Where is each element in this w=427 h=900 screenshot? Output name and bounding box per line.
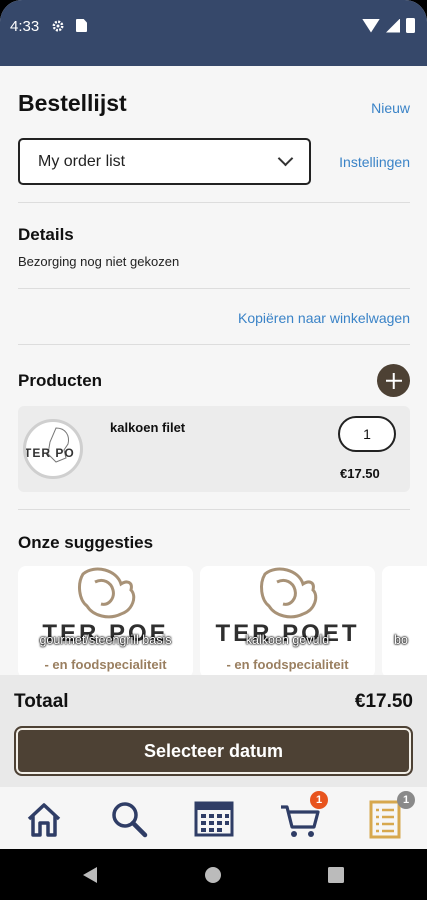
total-value: €17.50: [354, 691, 413, 712]
page-title: Bestellijst: [18, 90, 127, 116]
divider: [18, 202, 410, 203]
status-time: 4:33: [10, 18, 40, 35]
suggestions-heading: Onze suggesties: [18, 533, 154, 552]
product-card[interactable]: TER PO kalkoen filet 1 €17.50: [18, 406, 410, 492]
calendar-icon: [194, 801, 234, 837]
divider: [18, 344, 410, 345]
nav-search[interactable]: [106, 797, 150, 841]
battery-icon: [406, 18, 415, 33]
nav-calendar[interactable]: [192, 797, 236, 841]
divider: [18, 288, 410, 289]
suggestion-logo-subtitle: - en foodspecialiteit: [44, 657, 167, 672]
copy-to-cart-link[interactable]: Kopiëren naar winkelwagen: [238, 310, 410, 326]
product-thumbnail: TER PO: [23, 419, 83, 479]
cart-badge: 1: [310, 791, 328, 809]
suggestion-logo-subtitle: - en foodspecialiteit: [226, 657, 349, 672]
bottom-nav: 1 1: [0, 787, 427, 849]
recents-icon[interactable]: [328, 867, 344, 883]
divider: [18, 509, 410, 510]
sim-card-icon: [76, 19, 87, 32]
home-icon: [27, 803, 61, 837]
status-bar: 4:33: [0, 0, 427, 66]
home-circle-icon[interactable]: [204, 866, 222, 884]
quantity-input[interactable]: 1: [338, 416, 396, 452]
suggestion-card[interactable]: TER POET - en foodspecialiteit kalkoen g…: [200, 566, 375, 678]
nav-order-list[interactable]: 1: [363, 791, 415, 841]
select-date-button[interactable]: Selecteer datum: [14, 726, 413, 776]
order-list-selected-value: My order list: [38, 153, 126, 170]
status-icons: [362, 18, 415, 33]
order-list-badge: 1: [397, 791, 415, 809]
suggestion-card[interactable]: TER POE - en foodspecialiteit gourmet/st…: [18, 566, 193, 678]
search-icon: [112, 802, 148, 838]
rooster-logo-icon: [77, 567, 135, 619]
wifi-icon: [362, 18, 380, 33]
product-thumbnail-logo-text: TER PO: [24, 446, 75, 460]
system-nav-bar: [0, 849, 427, 900]
product-name: kalkoen filet: [110, 420, 186, 435]
total-bar: Totaal €17.50 Selecteer datum: [0, 675, 427, 787]
suggestion-label: gourmet/steengrill basis: [39, 633, 172, 647]
total-label: Totaal: [14, 691, 69, 712]
back-icon[interactable]: [82, 866, 98, 884]
product-price: €17.50: [340, 466, 380, 481]
suggestion-label: kalkoen gevuld: [245, 633, 330, 647]
nav-home[interactable]: [22, 797, 66, 841]
cellular-signal-icon: [386, 18, 400, 33]
gear-icon: [52, 20, 64, 32]
chevron-down-icon: [277, 150, 294, 167]
products-heading: Producten: [18, 371, 103, 390]
order-list-select[interactable]: My order list: [18, 138, 311, 185]
rooster-logo-icon: [259, 567, 317, 619]
add-product-button[interactable]: [377, 364, 410, 397]
settings-link[interactable]: Instellingen: [339, 154, 410, 170]
suggestion-card[interactable]: bo: [382, 566, 427, 678]
delivery-status-text: Bezorging nog niet gekozen: [18, 254, 180, 269]
details-heading: Details: [18, 225, 74, 244]
screen: 4:33 Bestellijst Nieuw My order list Ins…: [0, 0, 427, 900]
new-list-link[interactable]: Nieuw: [371, 100, 410, 116]
suggestion-label: bo: [394, 633, 408, 647]
nav-cart[interactable]: 1: [278, 791, 328, 841]
